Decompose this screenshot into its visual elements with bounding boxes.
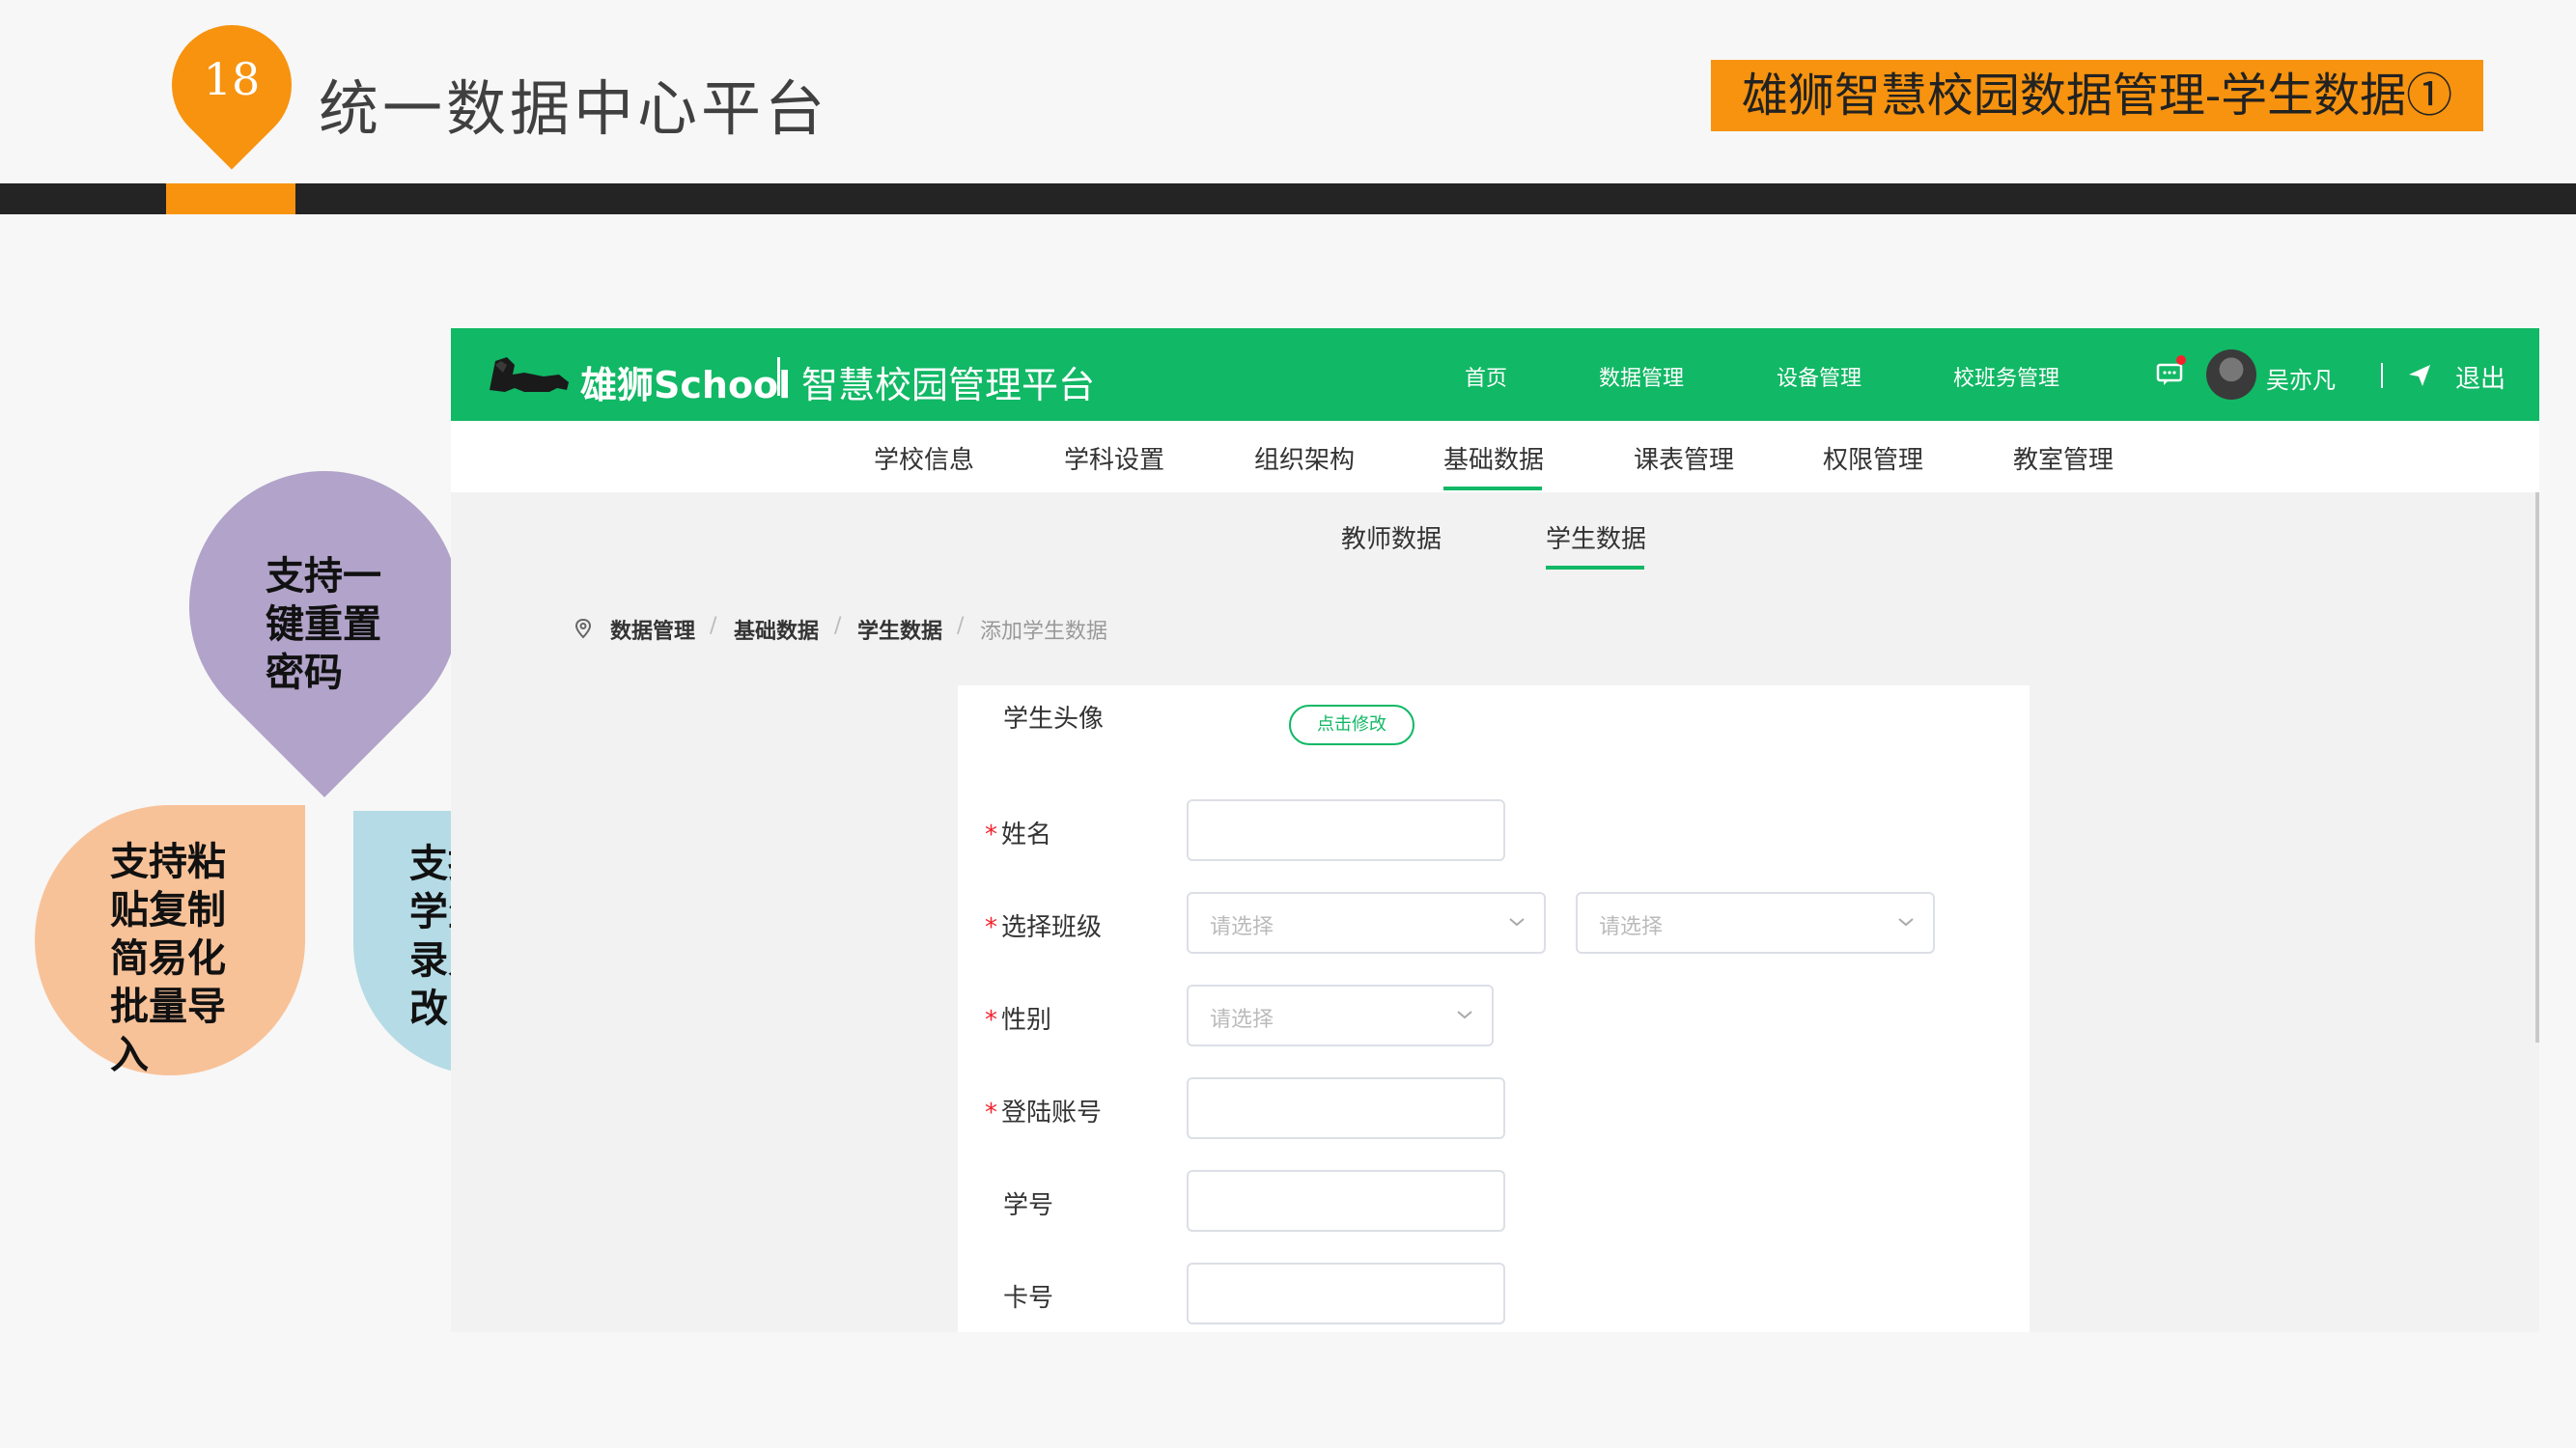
tab-active-indicator bbox=[1546, 566, 1644, 570]
callout-batch-import: 支持粘 贴复制 简易化 批量导 入 bbox=[110, 838, 226, 1079]
subnav-active-indicator bbox=[1443, 487, 1542, 490]
name-label: * 姓名 bbox=[985, 815, 1051, 850]
gender-label-text: 性别 bbox=[1001, 1006, 1052, 1035]
class-label: * 选择班级 bbox=[985, 907, 1102, 943]
page-number: 18 bbox=[203, 53, 261, 105]
select-placeholder: 请选择 bbox=[1210, 915, 1274, 939]
card-no-label: 卡号 bbox=[1003, 1284, 1054, 1313]
callout-line: 支持粘 bbox=[110, 840, 226, 884]
topnav-data-management[interactable]: 数据管理 bbox=[1599, 361, 1684, 392]
callout-reset-password: 支持一 键重置 密码 bbox=[266, 552, 381, 697]
breadcrumb-separator: / bbox=[957, 614, 965, 638]
callout-line: 密码 bbox=[266, 651, 343, 695]
tab-teacher-data[interactable]: 教师数据 bbox=[1341, 519, 1442, 555]
student-no-input[interactable] bbox=[1187, 1170, 1505, 1232]
brand-divider bbox=[777, 357, 780, 396]
breadcrumb-student-data[interactable]: 学生数据 bbox=[857, 614, 942, 645]
notification-dot bbox=[2176, 355, 2186, 365]
platform-name: 智慧校园管理平台 bbox=[801, 364, 1096, 406]
avatar-label: 学生头像 bbox=[1003, 705, 1105, 734]
location-pin-icon bbox=[574, 618, 592, 639]
class-select[interactable]: 请选择 bbox=[1576, 892, 1935, 954]
account-label-text: 登陆账号 bbox=[1001, 1099, 1103, 1128]
chevron-down-icon bbox=[1898, 918, 1914, 927]
callout-line: 支持一 bbox=[266, 554, 381, 599]
subnav-basic-data[interactable]: 基础数据 bbox=[1443, 440, 1544, 476]
subnav-subject-settings[interactable]: 学科设置 bbox=[1064, 440, 1164, 476]
callout-line: 键重置 bbox=[266, 602, 381, 647]
student-no-label: 学号 bbox=[1003, 1191, 1054, 1220]
callout-line: 批量导 bbox=[110, 985, 226, 1029]
app-topbar: 雄狮School 智慧校园管理平台 首页 数据管理 设备管理 校班务管理 吴亦凡… bbox=[451, 328, 2539, 421]
topnav-device-management[interactable]: 设备管理 bbox=[1777, 361, 1862, 392]
breadcrumb-separator: / bbox=[834, 614, 842, 638]
select-placeholder: 请选择 bbox=[1210, 1008, 1274, 1032]
topnav-home[interactable]: 首页 bbox=[1465, 361, 1507, 392]
slide-title: 统一数据中心平台 bbox=[319, 73, 829, 144]
callout-line: 贴复制 bbox=[110, 888, 226, 933]
class-label-text: 选择班级 bbox=[1001, 913, 1103, 942]
subnav-organization[interactable]: 组织架构 bbox=[1254, 440, 1355, 476]
breadcrumb-separator: / bbox=[710, 614, 717, 638]
topbar-separator bbox=[2381, 363, 2383, 388]
name-label-text: 姓名 bbox=[1001, 821, 1052, 849]
account-label: * 登陆账号 bbox=[985, 1093, 1102, 1128]
subnav-classrooms[interactable]: 教室管理 bbox=[2013, 440, 2114, 476]
breadcrumb-basic-data[interactable]: 基础数据 bbox=[734, 614, 819, 645]
header-divider-bar bbox=[0, 183, 2576, 214]
gender-select[interactable]: 请选择 bbox=[1187, 985, 1494, 1046]
send-icon bbox=[2409, 365, 2430, 386]
required-mark: * bbox=[985, 821, 997, 849]
subnav-school-info[interactable]: 学校信息 bbox=[874, 440, 974, 476]
chevron-down-icon bbox=[1457, 1011, 1472, 1019]
callout-line: 入 bbox=[110, 1033, 149, 1077]
header-accent-segment bbox=[166, 183, 295, 214]
tab-student-data[interactable]: 学生数据 bbox=[1546, 519, 1646, 555]
callout-line: 简易化 bbox=[110, 936, 226, 981]
subnav-bar: 学校信息 学科设置 组织架构 基础数据 课表管理 权限管理 教室管理 bbox=[451, 421, 2539, 492]
add-student-form bbox=[958, 685, 2030, 1332]
logout-button[interactable]: 退出 bbox=[2455, 359, 2506, 395]
brand-logo-text[interactable]: 雄狮School bbox=[580, 355, 791, 408]
grade-select[interactable]: 请选择 bbox=[1187, 892, 1546, 954]
subnav-permissions[interactable]: 权限管理 bbox=[1823, 440, 1923, 476]
card-no-input[interactable] bbox=[1187, 1263, 1505, 1324]
message-icon[interactable] bbox=[2156, 363, 2183, 386]
subnav-timetable[interactable]: 课表管理 bbox=[1634, 440, 1734, 476]
user-avatar[interactable] bbox=[2206, 349, 2256, 400]
select-placeholder: 请选择 bbox=[1599, 915, 1664, 939]
chevron-down-icon bbox=[1509, 918, 1525, 927]
name-input[interactable] bbox=[1187, 799, 1505, 861]
lion-logo-icon bbox=[490, 357, 569, 392]
change-avatar-button[interactable]: 点击修改 bbox=[1289, 705, 1414, 745]
required-mark: * bbox=[985, 913, 997, 942]
required-mark: * bbox=[985, 1099, 997, 1128]
gender-label: * 性别 bbox=[985, 1000, 1051, 1036]
breadcrumb-data-management[interactable]: 数据管理 bbox=[610, 614, 695, 645]
topnav-class-affairs[interactable]: 校班务管理 bbox=[1953, 361, 2059, 392]
user-name[interactable]: 吴亦凡 bbox=[2266, 361, 2336, 395]
account-input[interactable] bbox=[1187, 1077, 1505, 1139]
app-window: 雄狮School 智慧校园管理平台 首页 数据管理 设备管理 校班务管理 吴亦凡… bbox=[451, 328, 2539, 1332]
required-mark: * bbox=[985, 1006, 997, 1035]
section-badge: 雄狮智慧校园数据管理-学生数据① bbox=[1711, 60, 2483, 131]
breadcrumb-add-student: 添加学生数据 bbox=[980, 620, 1108, 644]
